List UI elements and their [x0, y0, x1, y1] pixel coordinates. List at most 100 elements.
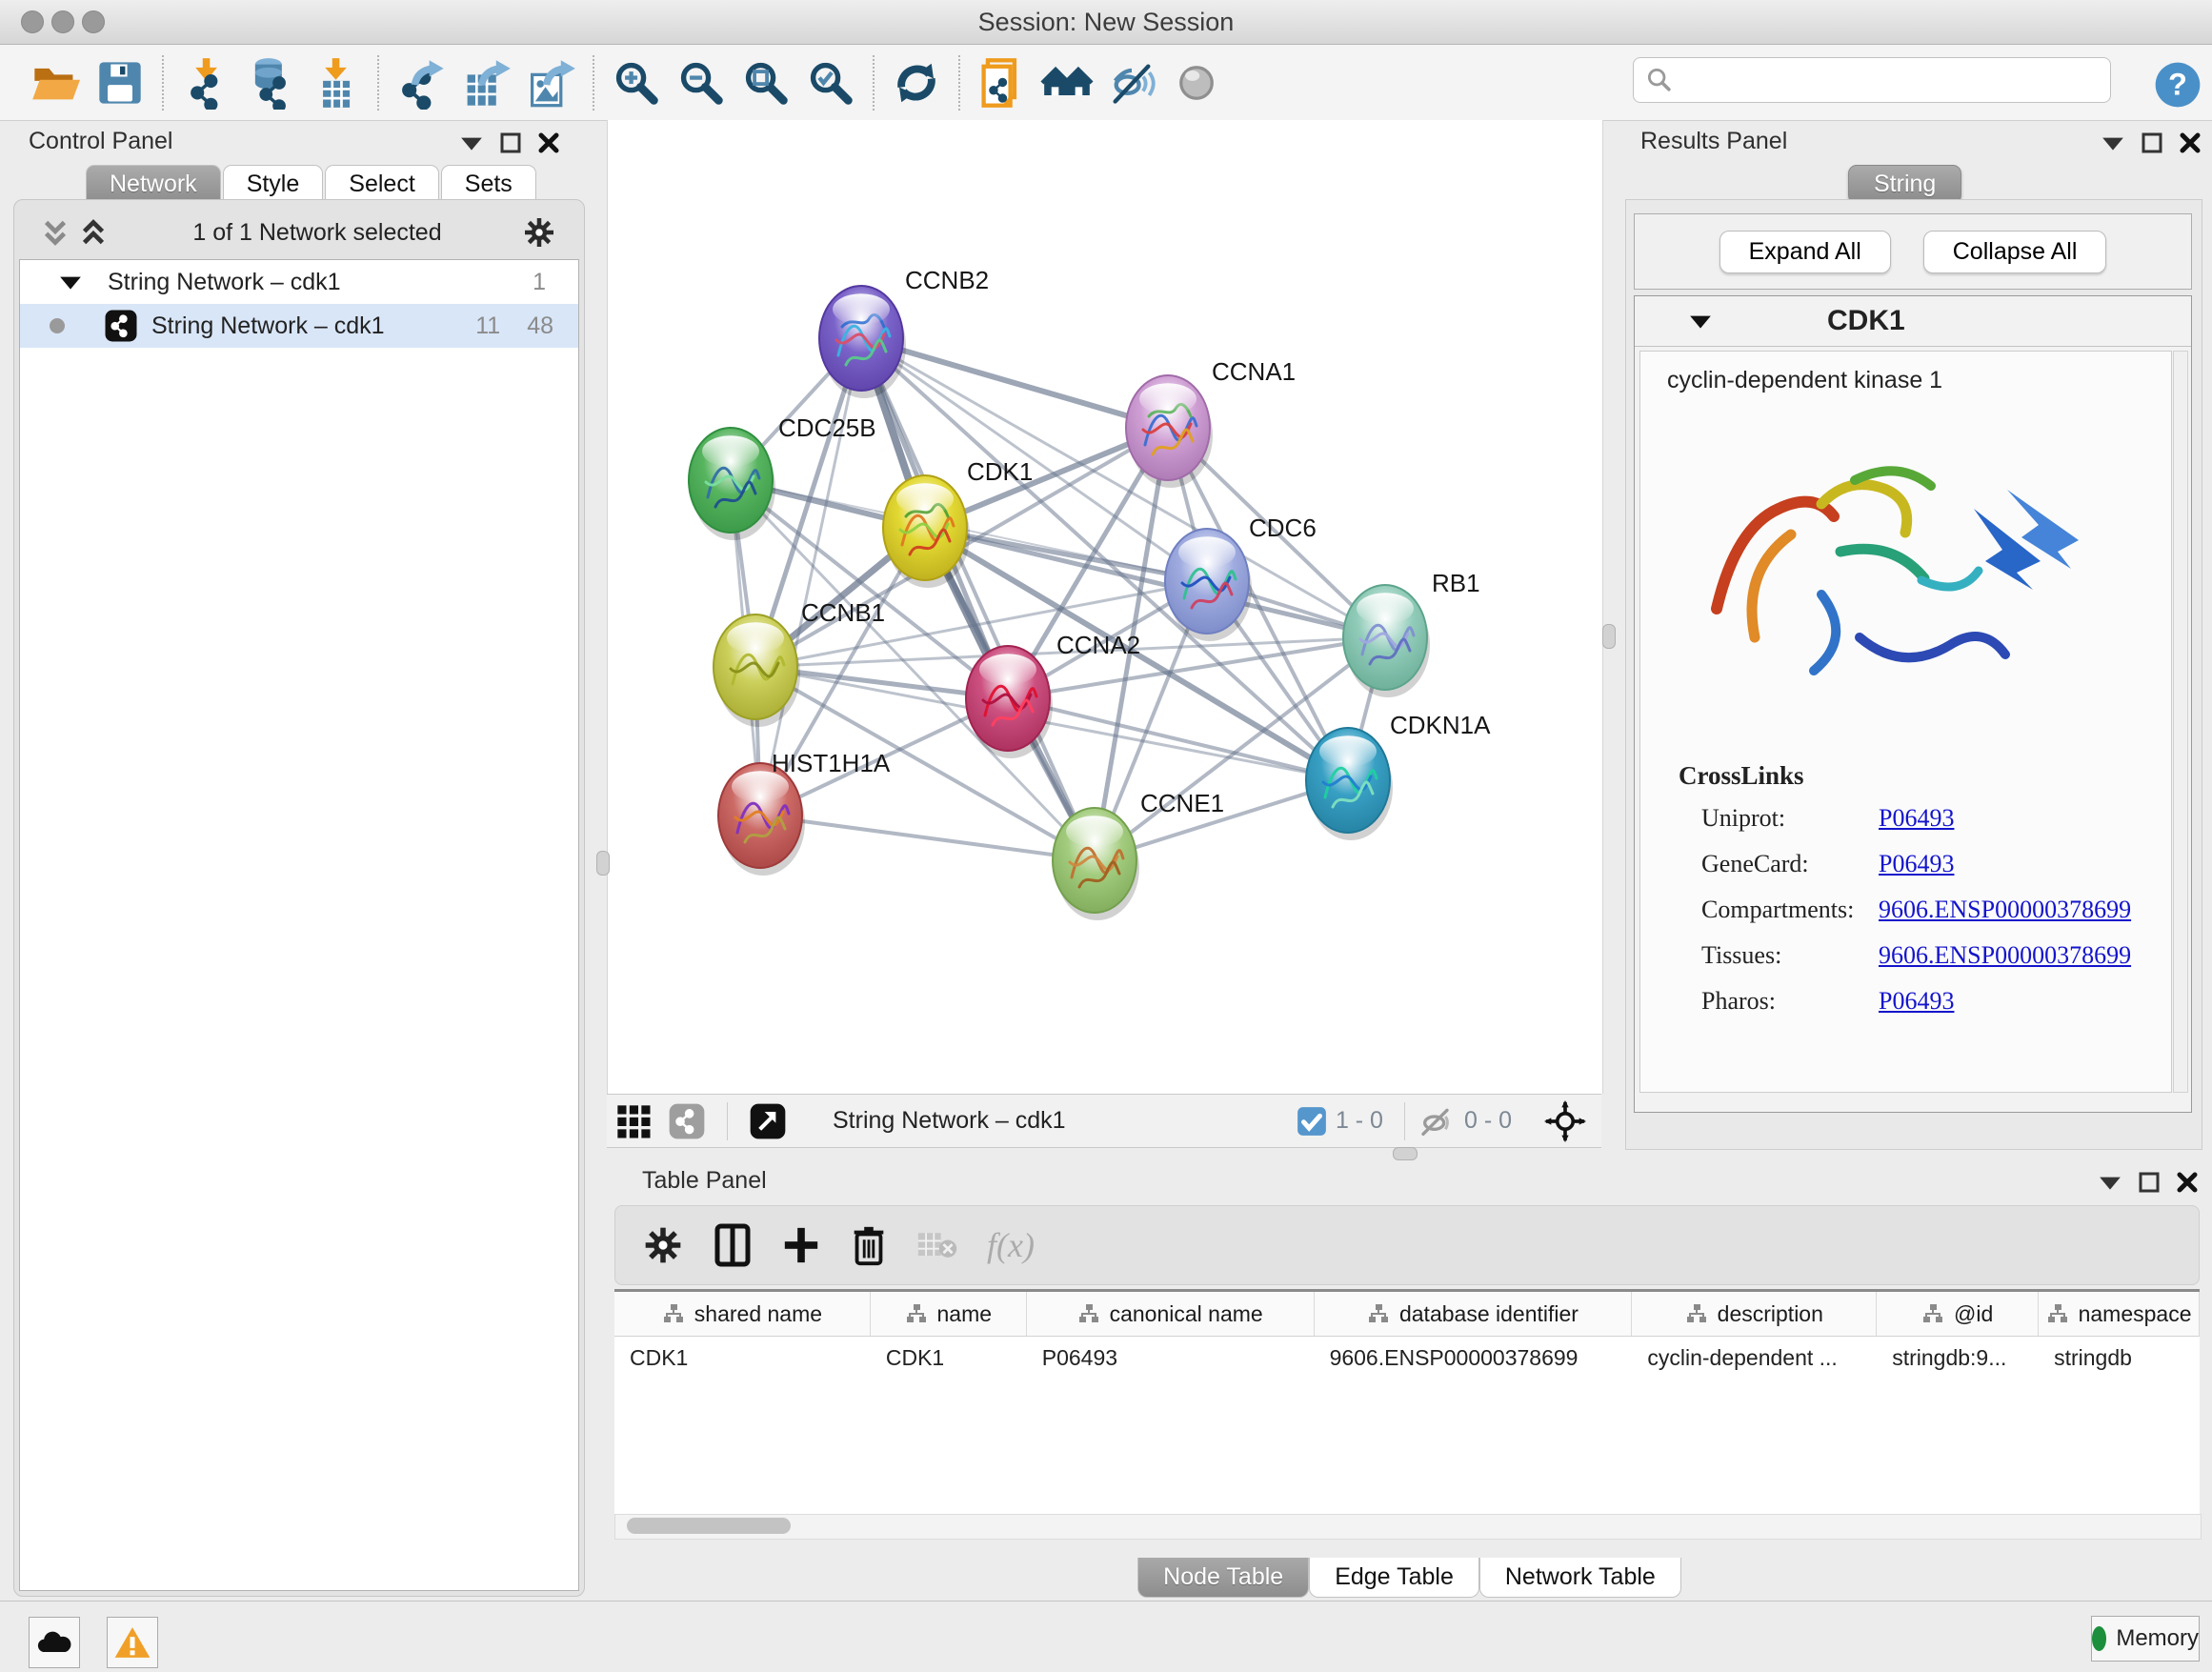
crosslink-link[interactable]: 9606.ENSP00000378699 [1879, 941, 2131, 970]
tab-style[interactable]: Style [223, 165, 324, 203]
panel-close-icon[interactable] [537, 131, 560, 154]
edge-CCNB2-HIST1H1A[interactable] [760, 338, 861, 816]
open-session-button[interactable] [26, 53, 85, 112]
edge-CCNE1-HIST1H1A[interactable] [760, 816, 1095, 860]
open-in-browser-button[interactable] [973, 53, 1032, 112]
panel-float-icon[interactable] [2141, 131, 2163, 154]
right-splitter-handle[interactable] [1602, 624, 1616, 649]
network-collection-row[interactable]: String Network – cdk1 1 [20, 260, 578, 304]
results-scrollbar[interactable] [2173, 351, 2188, 1093]
network-canvas[interactable]: CCNB2 CCNA1 CDC25B CDK1 CDC6 RB1 CCNB1 C… [607, 120, 1603, 1094]
memory-status-dot [2092, 1626, 2106, 1651]
network-list: String Network – cdk1 1 String Network –… [19, 259, 579, 1591]
panel-close-icon[interactable] [2179, 131, 2202, 154]
crosslink-link[interactable]: P06493 [1879, 987, 1954, 1016]
node-CDKN1A[interactable] [1306, 728, 1393, 840]
column-header--id[interactable]: @id [1877, 1292, 2039, 1336]
birdseye-grid-button[interactable] [610, 1092, 657, 1151]
save-session-button[interactable] [90, 53, 150, 112]
column-header-shared-name[interactable]: shared name [614, 1292, 871, 1336]
network-options-gear-icon[interactable] [522, 215, 556, 250]
import-network-database-button[interactable] [241, 53, 300, 112]
section-collapse-triangle-icon[interactable] [1688, 312, 1713, 331]
node-CDK1[interactable] [883, 475, 970, 588]
zoom-out-button[interactable] [672, 53, 731, 112]
cloud-button[interactable] [29, 1617, 80, 1668]
tab-network[interactable]: Network [86, 165, 221, 203]
zoom-fit-button[interactable] [736, 53, 795, 112]
selected-checkbox-icon[interactable] [1296, 1105, 1328, 1138]
node-RB1[interactable] [1343, 585, 1430, 697]
crosslink-link[interactable]: P06493 [1879, 804, 1954, 833]
expand-all-button[interactable]: Expand All [1719, 231, 1891, 273]
zoom-selected-button[interactable] [801, 53, 860, 112]
left-splitter-handle[interactable] [596, 851, 610, 876]
open-external-button[interactable] [744, 1092, 792, 1151]
memory-button[interactable]: Memory [2091, 1616, 2200, 1662]
tab-sets[interactable]: Sets [441, 165, 536, 203]
tab-edge-table[interactable]: Edge Table [1309, 1558, 1479, 1598]
import-table-button[interactable] [306, 53, 365, 112]
string-network-icon [104, 309, 138, 343]
table-cell: 9606.ENSP00000378699 [1315, 1337, 1633, 1379]
eye-sphere-button[interactable] [1167, 53, 1226, 112]
node-HIST1H1A[interactable] [718, 763, 805, 876]
tab-node-table[interactable]: Node Table [1137, 1558, 1309, 1598]
column-header-namespace[interactable]: namespace [2039, 1292, 2200, 1336]
column-header-database-identifier[interactable]: database identifier [1315, 1292, 1633, 1336]
panel-menu-icon[interactable] [459, 133, 484, 152]
collapse-triangle-icon[interactable] [58, 272, 83, 292]
node-CCNB1[interactable] [714, 614, 800, 727]
crosslink-link[interactable]: P06493 [1879, 850, 1954, 878]
export-network-button[interactable] [392, 53, 451, 112]
warning-button[interactable] [107, 1617, 158, 1668]
collapse-all-networks-icon[interactable] [74, 213, 112, 252]
network-row-selected[interactable]: String Network – cdk1 11 48 [20, 304, 578, 348]
string-home-button[interactable] [1037, 53, 1096, 112]
tab-string[interactable]: String [1848, 165, 1961, 204]
column-header-canonical-name[interactable]: canonical name [1027, 1292, 1315, 1336]
help-icon: ? [2151, 58, 2204, 111]
edge-CCNB2-CCNE1[interactable] [861, 338, 1095, 860]
string-home-icon [1039, 58, 1095, 108]
expand-all-networks-icon[interactable] [36, 213, 74, 252]
zoom-in-button[interactable] [607, 53, 666, 112]
crosslink-row: Uniprot:P06493 [1679, 804, 2131, 833]
tab-network-table[interactable]: Network Table [1479, 1558, 1681, 1598]
edge-CCNB2-CCNA1[interactable] [861, 338, 1168, 428]
collapse-all-button[interactable]: Collapse All [1923, 231, 2107, 273]
fit-selected-crosshair-icon[interactable] [1544, 1100, 1586, 1142]
share-view-button[interactable] [663, 1092, 711, 1151]
table-gear-icon[interactable] [642, 1224, 684, 1266]
hidden-eye-icon[interactable] [1418, 1105, 1457, 1138]
table-columns-icon[interactable] [713, 1223, 753, 1267]
panel-menu-icon[interactable] [2098, 1173, 2122, 1192]
node-label-CCNB1: CCNB1 [801, 598, 885, 627]
table-delete-icon[interactable] [850, 1223, 888, 1267]
search-input[interactable] [1681, 66, 2110, 94]
table-add-icon[interactable] [781, 1223, 821, 1267]
crosslink-link[interactable]: 9606.ENSP00000378699 [1879, 896, 2131, 924]
node-CDC25B[interactable] [689, 428, 775, 540]
panel-float-icon[interactable] [2138, 1171, 2161, 1194]
import-network-file-button[interactable] [176, 53, 235, 112]
panel-float-icon[interactable] [499, 131, 522, 154]
help-button[interactable]: ? [2148, 55, 2207, 114]
table-row[interactable]: CDK1CDK1P064939606.ENSP00000378699cyclin… [614, 1337, 2200, 1379]
column-header-description[interactable]: description [1632, 1292, 1877, 1336]
crosslink-label: GeneCard: [1701, 850, 1879, 878]
gene-section-header[interactable]: CDK1 [1635, 296, 2191, 347]
tab-select[interactable]: Select [325, 165, 438, 203]
node-CCNA1[interactable] [1126, 375, 1213, 488]
node-CCNE1[interactable] [1053, 808, 1139, 920]
panel-menu-icon[interactable] [2101, 133, 2125, 152]
export-table-button[interactable] [456, 53, 515, 112]
column-header-name[interactable]: name [871, 1292, 1027, 1336]
table-scrollbar-thumb[interactable] [627, 1518, 791, 1534]
glasses-button[interactable] [1102, 53, 1161, 112]
refresh-view-button[interactable] [887, 53, 946, 112]
node-CCNB2[interactable] [819, 286, 906, 398]
crosslink-label: Compartments: [1701, 896, 1879, 924]
panel-close-icon[interactable] [2176, 1171, 2199, 1194]
export-image-button[interactable] [521, 53, 580, 112]
